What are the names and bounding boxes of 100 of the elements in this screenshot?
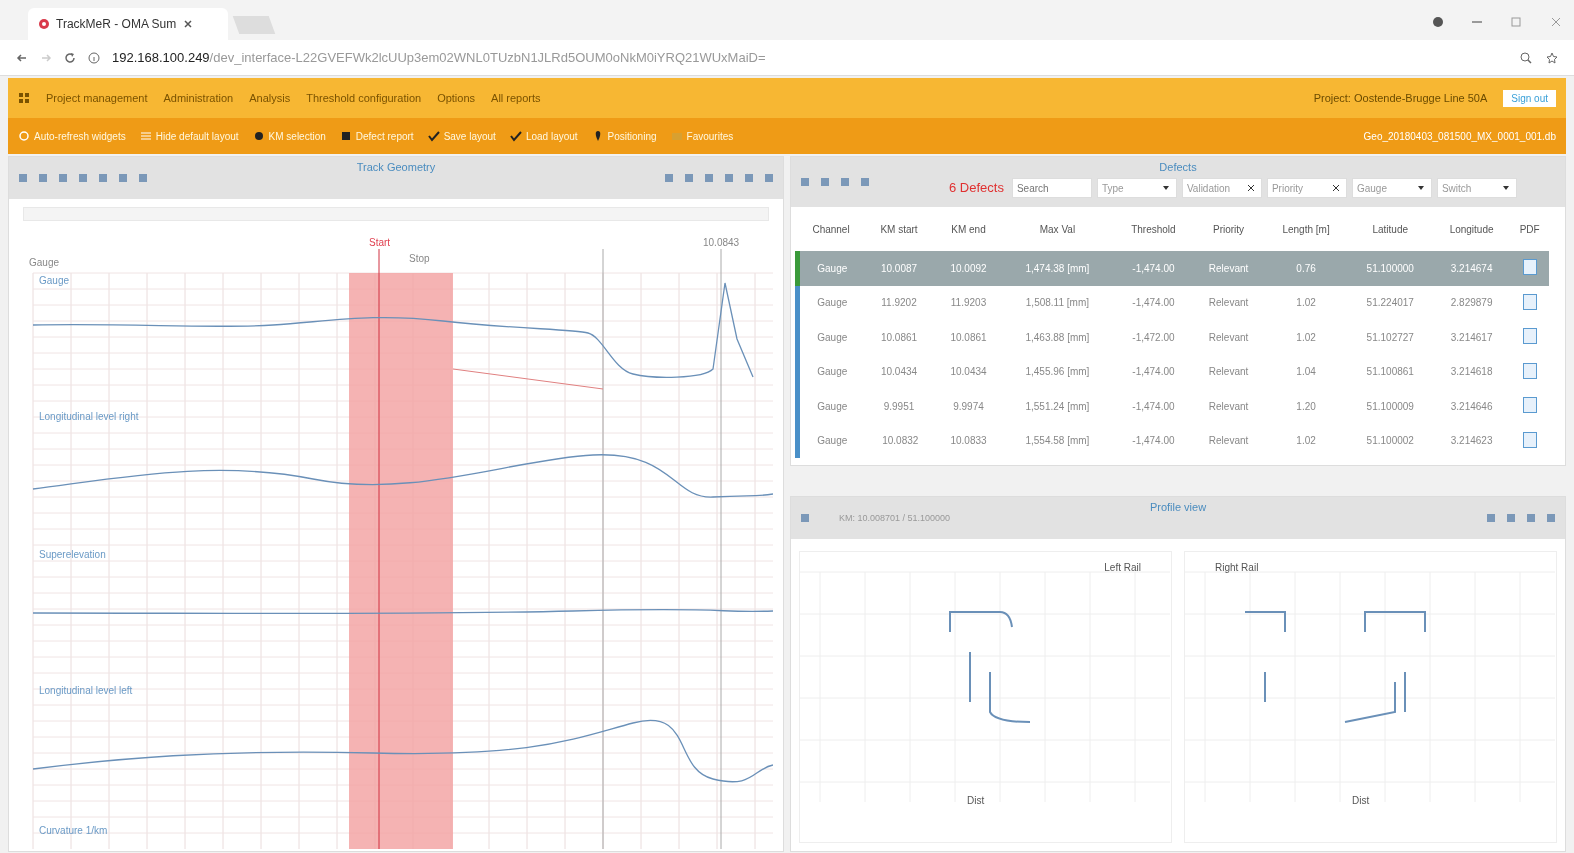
- menu-item[interactable]: Threshold configuration: [306, 92, 422, 104]
- table-cell: Gauge: [797, 251, 865, 286]
- toolbar-icon: [743, 172, 755, 184]
- account-icon: [1432, 16, 1444, 28]
- menu-item[interactable]: Project management: [46, 92, 148, 104]
- channel-label: Curvature 1/km: [39, 825, 108, 836]
- column-header[interactable]: Priority: [1193, 207, 1264, 251]
- table-cell: Gauge: [797, 389, 865, 424]
- column-header[interactable]: Threshold: [1113, 207, 1194, 251]
- browser-tab[interactable]: TrackMeR - OMA Sum: [28, 8, 228, 40]
- toolbar-icon: [137, 172, 149, 184]
- zoom-icon: [1520, 51, 1532, 64]
- table-cell: 1,474.38 [mm]: [1001, 251, 1114, 286]
- table-cell-text: -1,472.00: [1131, 330, 1176, 345]
- list-icon: [139, 130, 152, 142]
- refresh-icon: [18, 130, 30, 142]
- marker-label: Start: [369, 237, 391, 248]
- axis-label: Dist: [966, 795, 985, 806]
- close-icon: [1550, 16, 1562, 28]
- table-cell-text: 9.9951: [882, 399, 916, 414]
- grid-menu-icon: [18, 92, 30, 104]
- toolbar-item[interactable]: Load layout: [509, 130, 578, 142]
- column-header[interactable]: KM end: [935, 207, 1002, 251]
- table-cell: 51.224017: [1348, 285, 1433, 320]
- dropdown[interactable]: Validation: [1181, 178, 1262, 198]
- forward-arrow-icon: [40, 51, 52, 64]
- table-cell: 10.0092: [935, 251, 1002, 286]
- table-cell: 3.214674: [1432, 251, 1511, 286]
- column-header[interactable]: KM start: [864, 207, 936, 251]
- table-cell-text: Relevant: [1207, 434, 1250, 449]
- toolbar-item[interactable]: KM selection: [252, 130, 326, 142]
- toolbar-icon: [1485, 512, 1497, 524]
- toolbar-item[interactable]: Auto-refresh widgets: [18, 130, 126, 142]
- toolbar-item[interactable]: Hide default layout: [139, 130, 239, 142]
- table-cell-text: 3.214646: [1449, 399, 1494, 414]
- tab-title: TrackMeR - OMA Sum: [56, 17, 177, 31]
- table-cell: Gauge: [797, 354, 865, 389]
- table-cell-text: 1.02: [1295, 434, 1317, 449]
- table-cell: 2.829879: [1432, 285, 1511, 320]
- table-cell-text: 10.0861: [879, 330, 919, 345]
- file-name: Geo_20180403_081500_MX_0001_001.db: [1363, 130, 1556, 142]
- pdf-icon: [1522, 259, 1537, 276]
- table-row[interactable]: Gauge 10.0832 10.0833 1,554.58 [mm] -1,474.00 Relevant 1.02 51.100002 3.214623: [797, 423, 1549, 458]
- info-icon: [88, 51, 100, 64]
- table-cell-text: 3.214617: [1449, 330, 1494, 345]
- toolbar-icon: [37, 172, 49, 184]
- toolbar-item[interactable]: Positioning: [591, 130, 657, 142]
- toolbar-icon: [859, 176, 871, 188]
- dropdown[interactable]: Priority: [1266, 178, 1347, 198]
- plot-title: Right Rail: [1215, 562, 1259, 573]
- table-row[interactable]: Gauge 9.9951 9.9974 1,551.24 [mm] -1,474.00 Relevant 1.20 51.100009 3.214646: [797, 389, 1549, 424]
- table-cell-text: 10.0434: [949, 365, 988, 380]
- toolbar-item[interactable]: Defect report: [339, 130, 414, 142]
- dropdown[interactable]: Gauge: [1351, 178, 1432, 198]
- menu-item[interactable]: Administration: [163, 92, 234, 104]
- toolbar-icon: [17, 172, 29, 184]
- table-cell-text: 1,463.88 [mm]: [1024, 330, 1091, 345]
- project-info: Project: Oostende-Brugge Line 50A: [1313, 92, 1488, 104]
- toolbar-icon: [663, 172, 675, 184]
- table-cell-text: 9.9974: [952, 399, 985, 414]
- table-row[interactable]: Gauge 10.0087 10.0092 1,474.38 [mm] -1,474.00 Relevant 0.76 51.100000 3.214674: [797, 251, 1549, 286]
- table-cell-text: 51.102727: [1365, 330, 1415, 345]
- address-bar[interactable]: 192.168.100.249/dev_interface-L22GVEFWk2lcUUp3em02WNL0TUzbN1JLRd5OUM0oNkM0iYRQ21WUxMaiD=: [112, 50, 766, 65]
- menu-item[interactable]: Options: [437, 92, 476, 104]
- table-cell: Gauge: [797, 285, 865, 320]
- table-cell: Gauge: [797, 320, 865, 355]
- column-header[interactable]: Length [m]: [1264, 207, 1349, 251]
- table-row[interactable]: Gauge 10.0861 10.0861 1,463.88 [mm] -1,472.00 Relevant 1.02 51.102727 3.214617: [797, 320, 1549, 355]
- dropdown[interactable]: Switch: [1436, 178, 1517, 198]
- toolbar-item[interactable]: Save layout: [427, 130, 496, 142]
- pdf-icon: [1522, 431, 1537, 448]
- marker-label: 10.0843: [703, 237, 740, 248]
- checkmark-icon: [509, 130, 522, 142]
- sign-out-button[interactable]: Sign out: [1503, 89, 1556, 107]
- column-header[interactable]: Latitude: [1348, 207, 1433, 251]
- table-cell-text: Relevant: [1207, 330, 1250, 345]
- table-cell-text: -1,474.00: [1131, 365, 1176, 380]
- folder-icon: [670, 130, 683, 142]
- column-header[interactable]: Longitude: [1432, 207, 1511, 251]
- search-field[interactable]: Search: [1011, 178, 1092, 198]
- panel-title: Profile view: [1149, 501, 1207, 513]
- column-header[interactable]: PDF: [1510, 207, 1549, 251]
- table-cell-text: 51.100002: [1365, 434, 1415, 449]
- table-row[interactable]: Gauge 11.9202 11.9203 1,508.11 [mm] -1,474.00 Relevant 1.02 51.224017 2.829879: [797, 285, 1549, 320]
- column-header[interactable]: Channel: [797, 207, 865, 251]
- table-cell: 11.9202: [864, 285, 936, 320]
- table-cell-text: 10.0833: [949, 434, 988, 449]
- menu-item[interactable]: All reports: [491, 92, 541, 104]
- column-header[interactable]: Max Val: [1001, 207, 1114, 251]
- channel-label: Gauge: [39, 275, 70, 286]
- toolbar-item[interactable]: Favourites: [670, 130, 734, 142]
- table-cell: 1.02: [1264, 285, 1349, 320]
- table-cell-text: 1,551.24 [mm]: [1024, 399, 1091, 414]
- table-cell-text: 10.0832: [881, 434, 920, 449]
- dropdown[interactable]: Type: [1096, 178, 1177, 198]
- table-cell: -1,474.00: [1113, 251, 1194, 286]
- menu-item[interactable]: Analysis: [249, 92, 291, 104]
- table-cell-text: 3.214623: [1449, 434, 1494, 449]
- table-row[interactable]: Gauge 10.0434 10.0434 1,455.96 [mm] -1,474.00 Relevant 1.04 51.100861 3.214618: [797, 354, 1549, 389]
- maximize-icon: [1510, 16, 1522, 28]
